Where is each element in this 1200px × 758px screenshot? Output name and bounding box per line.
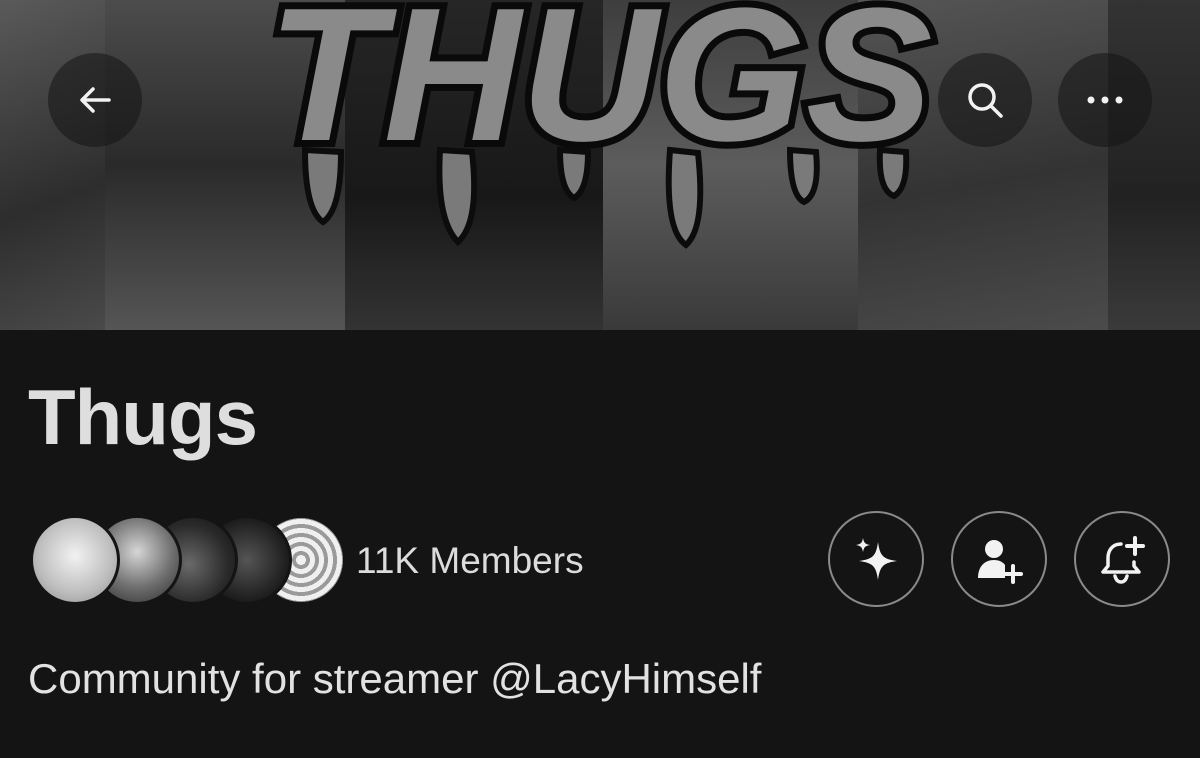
grok-summary-button[interactable] <box>828 511 924 607</box>
avatar <box>30 515 120 605</box>
members-count[interactable]: 11K Members <box>356 540 584 582</box>
member-avatars[interactable] <box>30 515 346 605</box>
community-banner: THUGS <box>0 0 1200 330</box>
community-description: Community for streamer @LacyHimself <box>28 655 762 702</box>
notifications-button[interactable] <box>1074 511 1170 607</box>
search-button[interactable] <box>938 53 1032 147</box>
bell-add-icon <box>1101 536 1145 584</box>
join-community-button[interactable] <box>951 511 1047 607</box>
svg-text:THUGS: THUGS <box>268 0 933 181</box>
search-icon <box>968 83 1003 118</box>
thugs-logo: THUGS <box>261 0 940 249</box>
community-name: Thugs <box>28 373 258 461</box>
more-options-button[interactable] <box>1058 53 1152 147</box>
sparkle-icon <box>856 538 897 580</box>
back-button[interactable] <box>48 53 142 147</box>
arrow-left-icon <box>80 87 111 113</box>
more-horizontal-icon <box>1087 96 1123 104</box>
person-add-icon <box>978 540 1023 584</box>
